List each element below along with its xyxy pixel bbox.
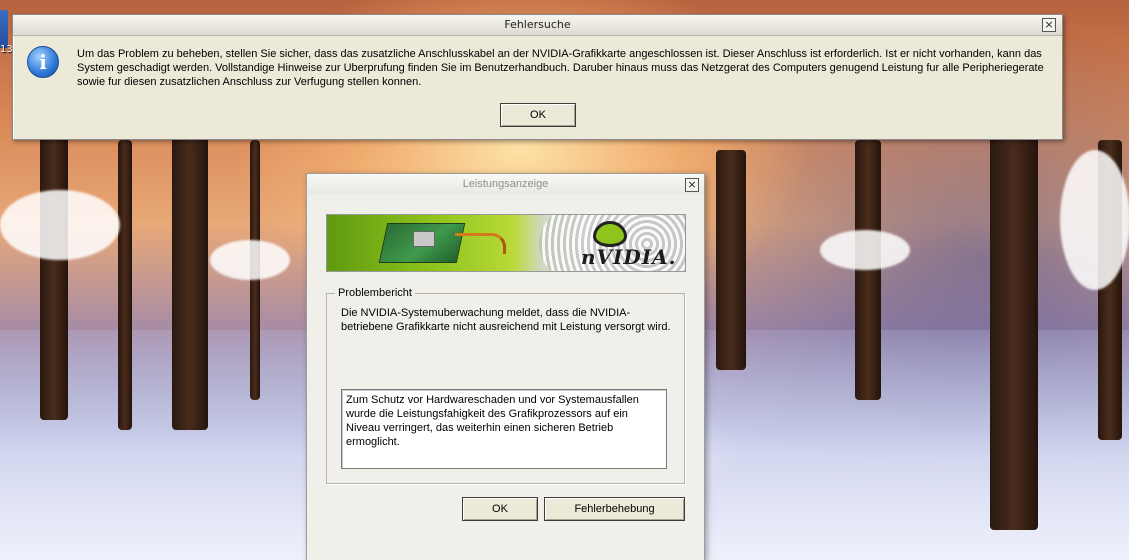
- power-cable-image: [455, 233, 506, 254]
- problem-report-group: Problembericht Die NVIDIA-Systemuberwach…: [326, 287, 685, 484]
- snow-on-branches: [210, 240, 290, 280]
- problem-report-label: Problembericht: [335, 287, 415, 299]
- performance-dialog-titlebar[interactable]: Leistungsanzeige ? ×: [307, 174, 704, 194]
- nvidia-banner: nVIDIA.: [326, 214, 686, 272]
- nvidia-logo: nVIDIA.: [581, 245, 677, 269]
- snow-on-branches: [820, 230, 910, 270]
- troubleshoot-message: Um das Problem zu beheben, stellen Sie s…: [77, 48, 1044, 88]
- close-icon[interactable]: ×: [1042, 18, 1056, 32]
- tree-trunk: [172, 130, 208, 430]
- snow-on-branches: [1060, 150, 1129, 290]
- troubleshoot-dialog-title: Fehlersuche: [504, 18, 571, 31]
- tree-trunk: [716, 150, 746, 370]
- performance-dialog: Leistungsanzeige ? × nVIDIA. Problemberi…: [306, 173, 705, 560]
- nvidia-eye-logo-icon: [593, 221, 627, 247]
- desktop-icon-label: 13: [0, 44, 13, 55]
- close-icon[interactable]: ×: [685, 178, 699, 192]
- gpu-chip-image: [413, 231, 435, 247]
- snow-on-branches: [0, 190, 120, 260]
- troubleshoot-dialog-titlebar[interactable]: Fehlersuche ×: [13, 15, 1062, 36]
- desktop-icon-partial[interactable]: [0, 10, 8, 48]
- problem-details-textbox[interactable]: Zum Schutz vor Hardwareschaden und vor S…: [341, 389, 667, 469]
- info-icon: i: [27, 46, 59, 78]
- tree-trunk: [118, 140, 132, 430]
- troubleshoot-button[interactable]: Fehlerbehebung: [544, 497, 685, 521]
- troubleshoot-dialog: Fehlersuche × i Um das Problem zu behebe…: [12, 14, 1063, 140]
- tree-trunk: [40, 130, 68, 420]
- ok-button[interactable]: OK: [500, 103, 576, 127]
- problem-summary: Die NVIDIA-Systemuberwachung meldet, das…: [341, 307, 671, 333]
- ok-button[interactable]: OK: [462, 497, 538, 521]
- tree-trunk: [855, 140, 881, 400]
- performance-dialog-title: Leistungsanzeige: [462, 178, 549, 190]
- tree-trunk: [990, 130, 1038, 530]
